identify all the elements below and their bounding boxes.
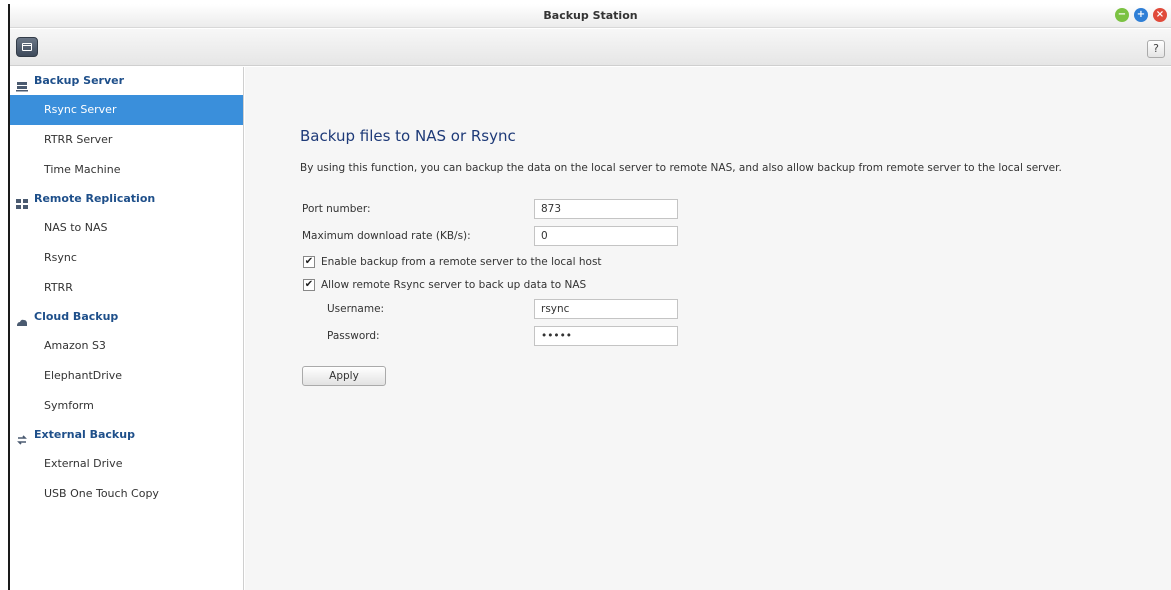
- description-text: By using this function, you can backup t…: [300, 162, 1062, 174]
- apply-button[interactable]: Apply: [302, 366, 386, 386]
- cloud-icon: [16, 311, 28, 326]
- backup-station-window: Backup Station − + × ? Backup Server Rsy…: [8, 4, 1171, 590]
- group-header-external-backup[interactable]: External Backup: [10, 421, 243, 449]
- help-button[interactable]: ?: [1147, 40, 1165, 58]
- sidebar-item-symform[interactable]: Symform: [10, 391, 243, 421]
- enable-backup-label: Enable backup from a remote server to th…: [321, 256, 602, 268]
- group-label: External Backup: [34, 428, 135, 441]
- replication-icon: [16, 193, 28, 209]
- max-download-rate-input[interactable]: [534, 226, 678, 246]
- max-download-rate-label: Maximum download rate (KB/s):: [302, 230, 471, 242]
- username-input[interactable]: [534, 299, 678, 319]
- close-button[interactable]: ×: [1153, 8, 1167, 22]
- enable-backup-checkbox[interactable]: ✔: [303, 256, 315, 268]
- window-controls: − + ×: [1115, 8, 1167, 22]
- sidebar: Backup Server Rsync Server RTRR Server T…: [10, 67, 244, 590]
- group-label: Remote Replication: [34, 192, 156, 205]
- sidebar-item-usb-one-touch-copy[interactable]: USB One Touch Copy: [10, 479, 243, 509]
- toolbar: ?: [10, 29, 1171, 66]
- allow-remote-rsync-checkbox[interactable]: ✔: [303, 279, 315, 291]
- username-label: Username:: [327, 303, 385, 315]
- sync-arrows-icon: [16, 429, 28, 445]
- sidebar-item-time-machine[interactable]: Time Machine: [10, 155, 243, 185]
- group-header-backup-server[interactable]: Backup Server: [10, 67, 243, 95]
- group-label: Backup Server: [34, 74, 125, 87]
- sidebar-item-rtrr[interactable]: RTRR: [10, 273, 243, 303]
- port-number-input[interactable]: [534, 199, 678, 219]
- window-menu-icon: [22, 43, 32, 51]
- sidebar-item-rsync[interactable]: Rsync: [10, 243, 243, 273]
- password-input[interactable]: [534, 326, 678, 346]
- server-icon: [16, 75, 28, 92]
- maximize-button[interactable]: +: [1134, 8, 1148, 22]
- sidebar-item-elephantdrive[interactable]: ElephantDrive: [10, 361, 243, 391]
- menu-toggle-button[interactable]: [16, 37, 38, 57]
- sidebar-item-external-drive[interactable]: External Drive: [10, 449, 243, 479]
- window-title: Backup Station: [543, 9, 638, 22]
- minimize-button[interactable]: −: [1115, 8, 1129, 22]
- group-header-cloud-backup[interactable]: Cloud Backup: [10, 303, 243, 331]
- page-title: Backup files to NAS or Rsync: [300, 127, 516, 145]
- sidebar-item-nas-to-nas[interactable]: NAS to NAS: [10, 213, 243, 243]
- port-number-label: Port number:: [302, 203, 371, 215]
- sidebar-item-rtrr-server[interactable]: RTRR Server: [10, 125, 243, 155]
- sidebar-item-rsync-server[interactable]: Rsync Server: [10, 95, 243, 125]
- password-label: Password:: [327, 330, 380, 342]
- main-panel: Backup files to NAS or Rsync By using th…: [245, 67, 1171, 590]
- group-header-remote-replication[interactable]: Remote Replication: [10, 185, 243, 213]
- title-bar: Backup Station − + ×: [10, 4, 1171, 28]
- sidebar-item-amazon-s3[interactable]: Amazon S3: [10, 331, 243, 361]
- allow-remote-rsync-label: Allow remote Rsync server to back up dat…: [321, 279, 587, 291]
- group-label: Cloud Backup: [34, 310, 119, 323]
